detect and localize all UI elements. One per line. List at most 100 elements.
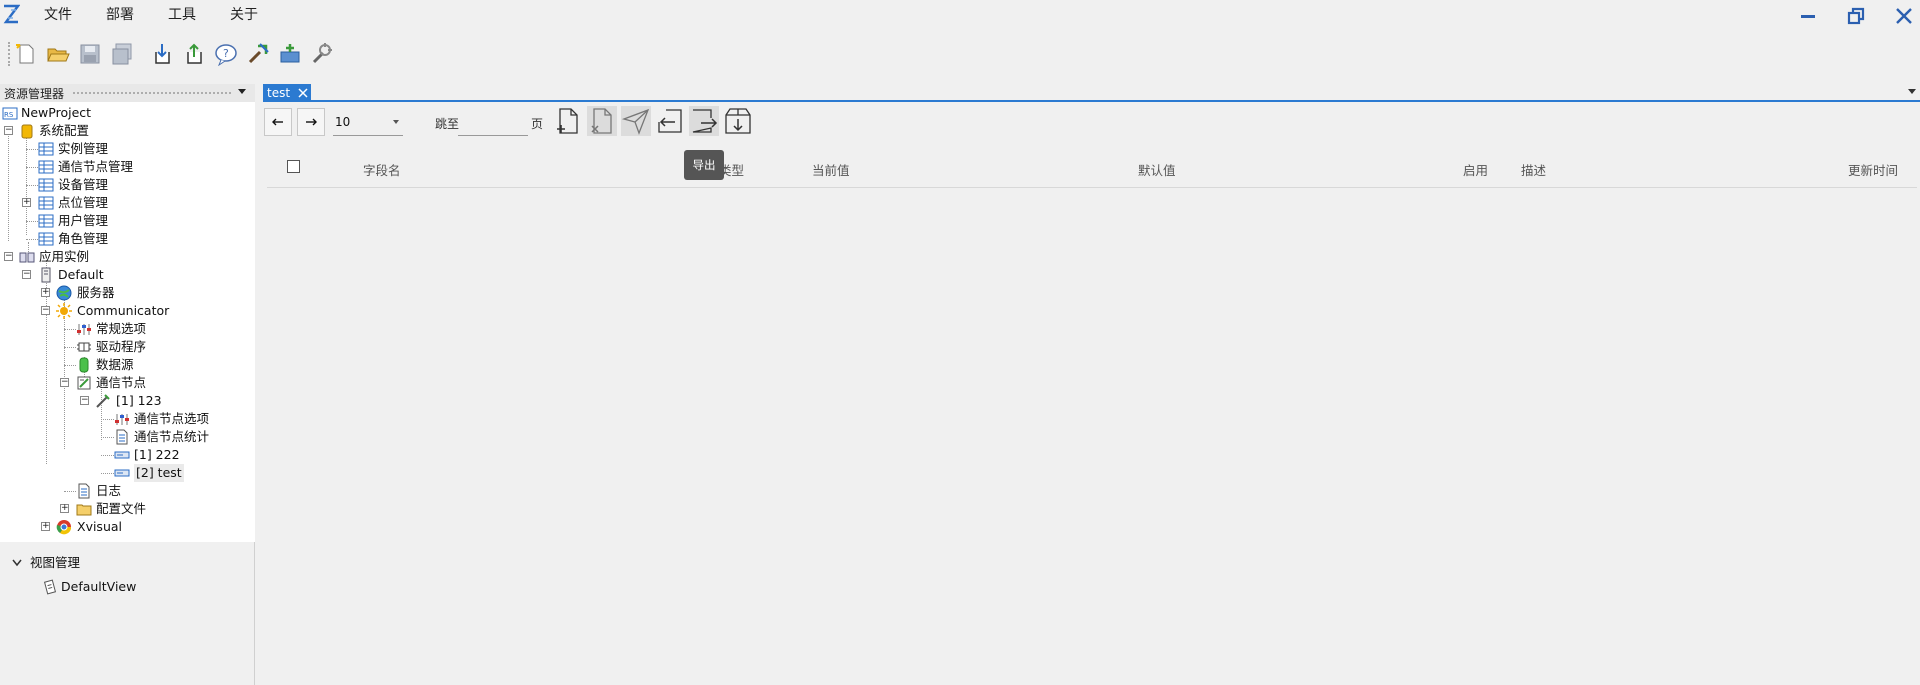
menu-deploy[interactable]: 部署 <box>104 4 136 24</box>
collapse-icon[interactable]: − <box>4 252 13 261</box>
database-icon <box>21 124 33 139</box>
menu-tools[interactable]: 工具 <box>166 4 198 24</box>
tree-item-communicator[interactable]: − Communicator <box>0 302 250 320</box>
tree-item-node-stats[interactable]: 通信节点统计 <box>0 428 250 446</box>
menu-file[interactable]: 文件 <box>42 4 74 24</box>
tree-item-app-instances[interactable]: − 应用实例 <box>0 248 250 266</box>
grid-header: 字段名 类型 当前值 默认值 启用 描述 更新时间 <box>267 148 1917 188</box>
new-file-icon[interactable] <box>14 42 38 66</box>
tree-item-config-files[interactable]: + 配置文件 <box>0 500 250 518</box>
arrow-right-icon <box>306 118 317 126</box>
collapse-icon[interactable]: − <box>60 378 69 387</box>
send-icon[interactable] <box>621 106 651 136</box>
tree-item-default[interactable]: − Default <box>0 266 250 284</box>
expand-icon[interactable]: + <box>22 198 31 207</box>
app-instances-icon <box>19 252 35 263</box>
tree-item-comm-node-mgmt[interactable]: 通信节点管理 <box>0 158 250 176</box>
device-icon <box>114 451 130 459</box>
help-icon[interactable]: ? <box>214 42 238 66</box>
column-header-field-name[interactable]: 字段名 <box>363 160 401 179</box>
driver-icon <box>77 342 91 352</box>
collapse-icon[interactable]: − <box>4 126 13 135</box>
tree-item-node-test[interactable]: [2] test <box>0 464 250 482</box>
tree-item-node-222[interactable]: [1] 222 <box>0 446 250 464</box>
collapse-icon[interactable]: − <box>80 396 89 405</box>
restore-icon[interactable] <box>1845 5 1867 27</box>
page-size-select[interactable]: 10 <box>333 108 403 136</box>
tab-list-dropdown-icon[interactable] <box>1908 89 1916 94</box>
tree-item-xvisual[interactable]: + Xvisual <box>0 518 250 536</box>
export-data-icon[interactable] <box>689 106 719 136</box>
project-icon: RS <box>2 107 18 120</box>
jump-page-input[interactable] <box>458 108 528 136</box>
first-page-button[interactable] <box>264 108 292 136</box>
tree-item-general-options[interactable]: 常规选项 <box>0 320 250 338</box>
browser-icon <box>56 520 72 535</box>
page-size-value: 10 <box>335 115 351 129</box>
view-icon <box>43 579 57 595</box>
toolbar: ? <box>0 38 1920 74</box>
tree-item-datasource[interactable]: 数据源 <box>0 356 250 374</box>
delete-row-icon[interactable] <box>587 106 617 136</box>
import-data-icon[interactable] <box>655 106 685 136</box>
tree-item-system-config[interactable]: − 系统配置 <box>0 122 250 140</box>
tab-test[interactable]: test <box>263 84 311 102</box>
jump-label: 跳至 <box>435 117 460 131</box>
export-icon[interactable] <box>182 42 206 66</box>
document-icon <box>116 429 128 445</box>
column-header-description[interactable]: 描述 <box>1521 160 1546 179</box>
close-icon[interactable] <box>1893 5 1915 27</box>
tree-item-server[interactable]: + 服务器 <box>0 284 250 302</box>
tree-item-node-123[interactable]: − [1] 123 <box>0 392 250 410</box>
export-tooltip: 导出 <box>684 150 724 180</box>
column-header-updated-time[interactable]: 更新时间 <box>1848 160 1898 179</box>
menu-about[interactable]: 关于 <box>228 4 260 24</box>
column-header-default-value[interactable]: 默认值 <box>1138 160 1176 179</box>
tree-item-device-mgmt[interactable]: 设备管理 <box>0 176 250 194</box>
column-header-enabled[interactable]: 启用 <box>1463 160 1488 179</box>
tree-item-role-mgmt[interactable]: 角色管理 <box>0 230 250 248</box>
expand-icon[interactable]: + <box>60 504 69 513</box>
collapse-icon[interactable]: − <box>41 306 50 315</box>
tree-item-project[interactable]: RS NewProject <box>0 104 250 122</box>
view-management-header[interactable]: 视图管理 <box>0 554 250 572</box>
tree-item-instance-mgmt[interactable]: 实例管理 <box>0 140 250 158</box>
tree-item-comm-nodes[interactable]: − 通信节点 <box>0 374 250 392</box>
close-icon[interactable] <box>297 87 309 99</box>
svg-text:RS: RS <box>4 111 14 119</box>
next-page-button[interactable] <box>297 108 325 136</box>
tab-label: test <box>267 86 291 100</box>
collapse-icon[interactable]: − <box>22 270 31 279</box>
import-icon[interactable] <box>150 42 174 66</box>
tree-item-log[interactable]: 日志 <box>0 482 250 500</box>
select-all-checkbox[interactable] <box>287 160 300 173</box>
chevron-down-icon <box>393 120 399 124</box>
tree-item-driver[interactable]: 驱动程序 <box>0 338 250 356</box>
chevron-down-icon[interactable] <box>12 559 22 567</box>
view-item-default[interactable]: DefaultView <box>0 578 250 596</box>
device-icon <box>114 469 130 477</box>
table-icon <box>38 178 54 192</box>
expand-icon[interactable]: + <box>41 522 50 531</box>
arrow-left-icon <box>272 118 283 126</box>
save-all-icon[interactable] <box>110 42 134 66</box>
add-icon[interactable] <box>278 42 302 66</box>
add-row-icon[interactable] <box>553 106 583 136</box>
table-icon <box>38 160 54 174</box>
tree-item-node-options[interactable]: 通信节点选项 <box>0 410 250 428</box>
chevron-down-icon[interactable] <box>238 89 246 94</box>
tree-item-user-mgmt[interactable]: 用户管理 <box>0 212 250 230</box>
minimize-icon[interactable] <box>1797 5 1819 27</box>
tree-item-point-mgmt[interactable]: + 点位管理 <box>0 194 250 212</box>
table-icon <box>38 196 54 210</box>
explorer-header: 资源管理器 <box>0 84 255 102</box>
archive-download-icon[interactable] <box>723 106 753 136</box>
expand-icon[interactable]: + <box>41 288 50 297</box>
build-icon[interactable] <box>246 42 270 66</box>
table-icon <box>38 214 54 228</box>
save-icon[interactable] <box>78 42 102 66</box>
globe-icon <box>56 285 72 301</box>
column-header-current-value[interactable]: 当前值 <box>812 160 850 179</box>
open-folder-icon[interactable] <box>46 42 70 66</box>
tools-icon[interactable] <box>310 42 334 66</box>
